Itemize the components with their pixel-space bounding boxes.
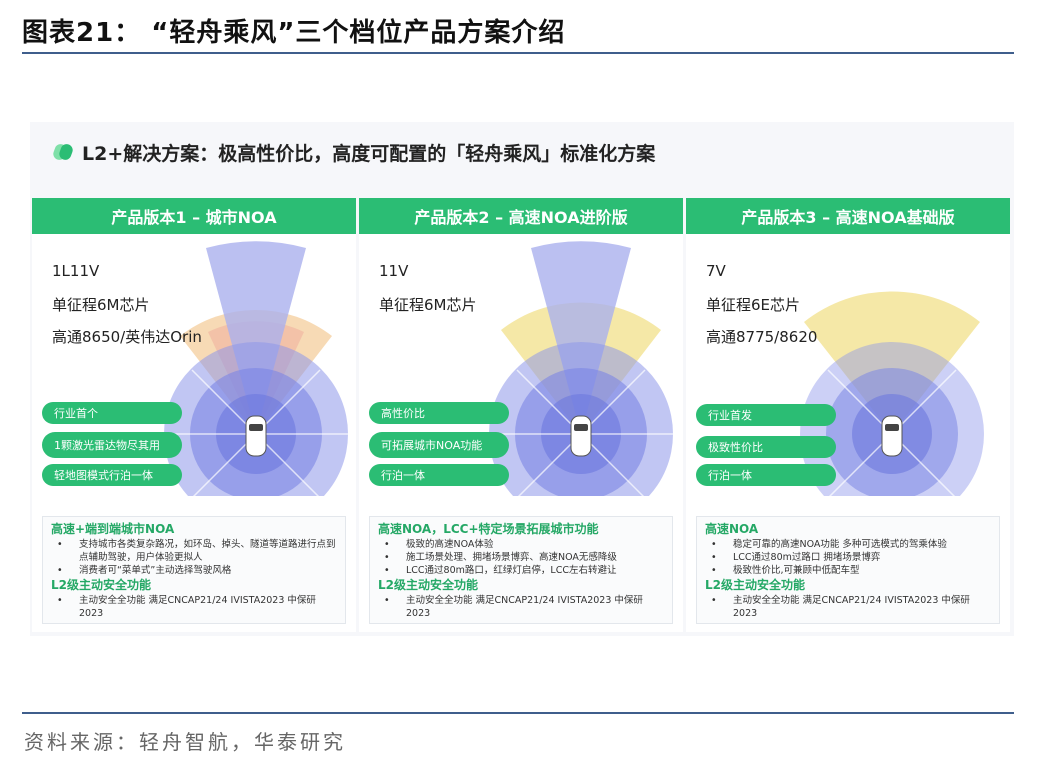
product-card-1: 产品版本1 – 城市NOA 1L11V 单征程6M芯片 高通8650/英伟达Or… xyxy=(32,198,356,632)
safety-item: 主动安全全功能 满足CNCAP21/24 IVISTA2023 中保研2023 xyxy=(51,594,337,620)
slide-header: L2+解决方案：极高性价比，高度可配置的「轻舟乘风」标准化方案 xyxy=(52,140,656,165)
feature-item: LCC通过80m过路口 拥堵场景博弈 xyxy=(705,551,991,564)
spec-line: 高通8650/英伟达Orin xyxy=(52,328,202,346)
product-card-2: 产品版本2 – 高速NOA进阶版 11V 单征程6M芯片 高性价比 可拓展城市N… xyxy=(359,198,683,632)
safety-title: L2级主动安全功能 xyxy=(51,578,151,592)
card-header: 产品版本1 – 城市NOA xyxy=(32,198,356,234)
safety-title: L2级主动安全功能 xyxy=(378,578,478,592)
spec-line: 1L11V xyxy=(52,262,100,280)
spec-line: 单征程6E芯片 xyxy=(706,296,801,314)
title-rule xyxy=(22,52,1014,54)
feature-box: 高速NOA 稳定可靠的高速NOA功能 多种可选模式的驾乘体验 LCC通过80m过… xyxy=(696,516,1000,624)
feature-pill: 可拓展城市NOA功能 xyxy=(369,432,509,458)
source-note: 资料来源：轻舟智航，华泰研究 xyxy=(24,730,346,754)
feature-title: 高速NOA，LCC+特定场景拓展城市功能 xyxy=(378,522,599,536)
footer-rule xyxy=(22,712,1014,714)
spec-line: 单征程6M芯片 xyxy=(379,296,477,314)
card-header: 产品版本2 – 高速NOA进阶版 xyxy=(359,198,683,234)
feature-title: 高速+端到端城市NOA xyxy=(51,522,175,536)
feature-pill: 行业首发 xyxy=(696,404,836,426)
product-card-3: 产品版本3 – 高速NOA基础版 7V 单征程6E芯片 高通8775/8620 … xyxy=(686,198,1010,632)
feature-pill: 1颗激光雷达物尽其用 xyxy=(42,432,182,458)
figure-title: 图表21： “轻舟乘风”三个档位产品方案介绍 xyxy=(22,18,566,48)
safety-item: 主动安全全功能 满足CNCAP21/24 IVISTA2023 中保研2023 xyxy=(378,594,664,620)
feature-pill: 行泊一体 xyxy=(696,464,836,486)
leaf-icon xyxy=(53,144,73,160)
feature-pill: 行业首个 xyxy=(42,402,182,424)
feature-box: 高速NOA，LCC+特定场景拓展城市功能 极致的高速NOA体验 施工场景处理、拥… xyxy=(369,516,673,624)
card-header: 产品版本3 – 高速NOA基础版 xyxy=(686,198,1010,234)
spec-line: 高通8775/8620 xyxy=(706,328,818,346)
feature-item: LCC通过80m路口，红绿灯启停，LCC左右转避让 xyxy=(378,564,664,577)
feature-item: 极致的高速NOA体验 xyxy=(378,538,664,551)
spec-line: 7V xyxy=(706,262,726,280)
feature-pill: 行泊一体 xyxy=(369,464,509,486)
safety-title: L2级主动安全功能 xyxy=(705,578,805,592)
feature-item: 极致性价比,可兼顾中低配车型 xyxy=(705,564,991,577)
feature-box: 高速+端到端城市NOA 支持城市各类复杂路况，如环岛、掉头、隧道等道路进行点到点… xyxy=(42,516,346,624)
safety-item: 主动安全全功能 满足CNCAP21/24 IVISTA2023 中保研2023 xyxy=(705,594,991,620)
feature-title: 高速NOA xyxy=(705,522,759,536)
feature-item: 稳定可靠的高速NOA功能 多种可选模式的驾乘体验 xyxy=(705,538,991,551)
feature-item: 消费者可“菜单式”主动选择驾驶风格 xyxy=(51,564,337,577)
feature-pill: 极致性价比 xyxy=(696,436,836,458)
feature-item: 支持城市各类复杂路况，如环岛、掉头、隧道等道路进行点到点辅助驾驶，用户体验更拟人 xyxy=(51,538,337,564)
spec-line: 单征程6M芯片 xyxy=(52,296,150,314)
feature-item: 施工场景处理、拥堵场景博弈、高速NOA无感降级 xyxy=(378,551,664,564)
feature-pill: 轻地图模式行泊一体 xyxy=(42,464,182,486)
spec-line: 11V xyxy=(379,262,409,280)
slide-title: L2+解决方案：极高性价比，高度可配置的「轻舟乘风」标准化方案 xyxy=(82,142,656,165)
feature-pill: 高性价比 xyxy=(369,402,509,424)
